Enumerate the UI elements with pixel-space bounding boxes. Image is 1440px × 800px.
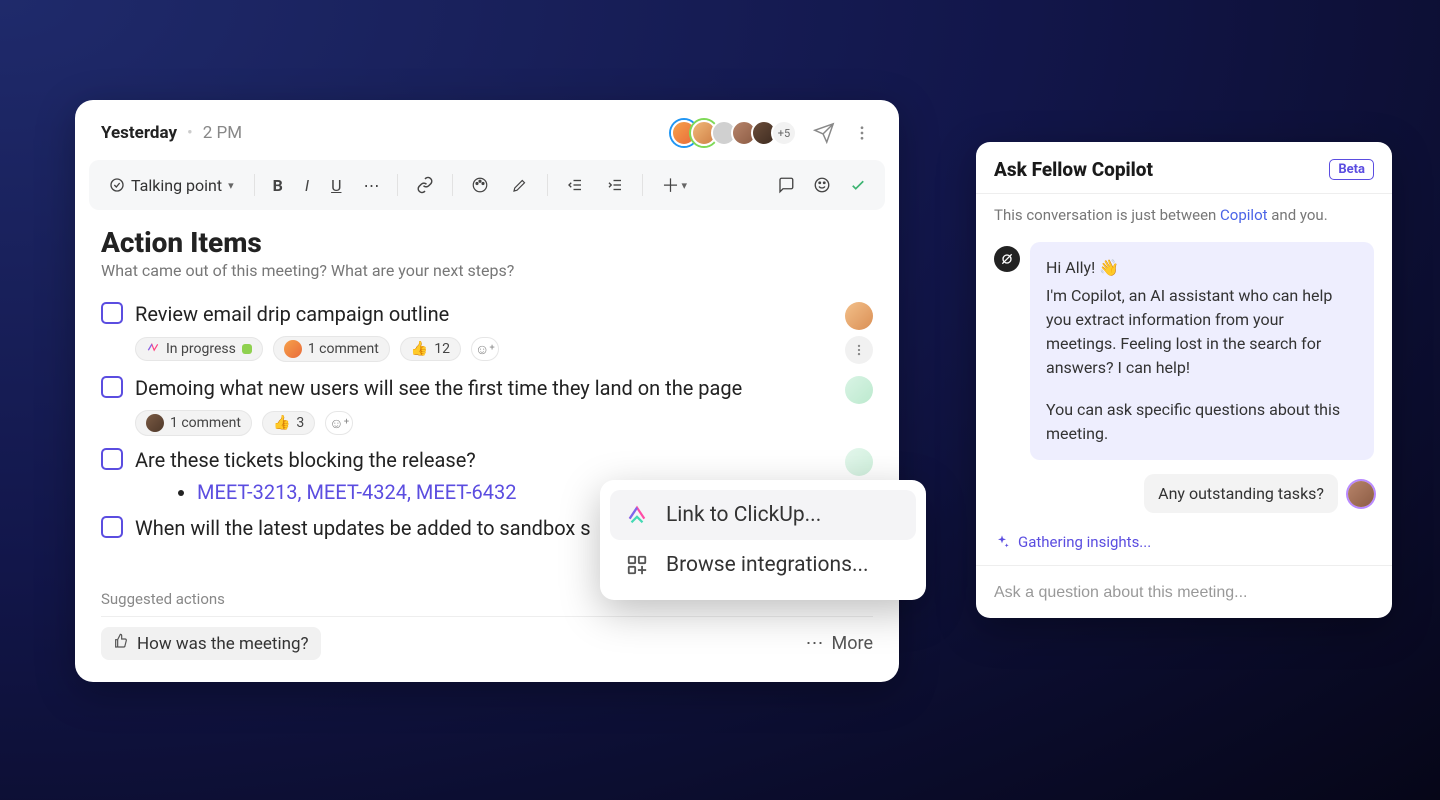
- menu-item-label: Browse integrations...: [666, 553, 869, 577]
- clickup-icon: [624, 502, 650, 528]
- copilot-title: Ask Fellow Copilot: [994, 158, 1153, 181]
- copilot-avatar-icon: [994, 246, 1020, 272]
- copilot-message: Hi Ally! 👋 I'm Copilot, an AI assistant …: [994, 242, 1374, 460]
- beta-badge: Beta: [1329, 159, 1374, 180]
- send-icon[interactable]: [813, 122, 835, 144]
- assignee-avatar[interactable]: [845, 302, 873, 330]
- browse-integrations-item[interactable]: Browse integrations...: [610, 540, 916, 590]
- card-header: Yesterday • 2 PM +5: [75, 100, 899, 160]
- integrations-context-menu: Link to ClickUp... Browse integrations..…: [600, 480, 926, 600]
- comment-count: 1 comment: [308, 341, 379, 357]
- kebab-menu-icon[interactable]: [851, 122, 873, 144]
- color-button[interactable]: [465, 172, 495, 198]
- comment-count: 1 comment: [170, 415, 241, 431]
- status-label: In progress: [166, 341, 236, 357]
- comment-icon[interactable]: [771, 172, 801, 198]
- reaction-chip[interactable]: 👍 12: [400, 337, 461, 361]
- italic-button[interactable]: I: [299, 172, 315, 199]
- add-reaction-button[interactable]: ☺⁺: [325, 411, 353, 435]
- action-item-row: Demoing what new users will see the firs…: [101, 374, 873, 436]
- gathering-insights-status: Gathering insights...: [976, 525, 1392, 565]
- grid-plus-icon: [624, 552, 650, 578]
- bold-button[interactable]: B: [267, 172, 289, 199]
- ticket-link[interactable]: MEET-3213, MEET-4324, MEET-6432: [197, 480, 516, 504]
- avatar-overflow[interactable]: +5: [771, 120, 797, 146]
- emoji-icon[interactable]: [807, 172, 837, 198]
- formatting-toolbar: Talking point ▾ B I U ⋯: [89, 160, 885, 210]
- copilot-input[interactable]: [994, 584, 1374, 602]
- item-text[interactable]: Demoing what new users will see the firs…: [135, 374, 833, 402]
- item-text[interactable]: Are these tickets blocking the release?: [135, 446, 833, 474]
- indent-decrease-button[interactable]: [560, 172, 590, 198]
- thumbs-up-icon: 👍: [273, 415, 290, 431]
- link-button[interactable]: [410, 172, 440, 198]
- status-dot: [242, 344, 252, 354]
- assignee-avatar[interactable]: [845, 376, 873, 404]
- user-message-bubble: Any outstanding tasks?: [1144, 474, 1338, 513]
- section-title: Action Items: [101, 226, 873, 259]
- sparkle-icon: [994, 534, 1010, 550]
- how-was-meeting-label: How was the meeting?: [137, 634, 309, 654]
- status-chip[interactable]: In progress: [135, 337, 263, 361]
- thumbs-up-icon: [113, 633, 129, 654]
- link-to-clickup-item[interactable]: Link to ClickUp...: [610, 490, 916, 540]
- copilot-header: Ask Fellow Copilot Beta: [976, 142, 1392, 193]
- more-label: More: [832, 633, 873, 654]
- comment-chip[interactable]: 1 comment: [273, 336, 390, 362]
- participant-avatars[interactable]: +5: [677, 120, 797, 146]
- date-label: Yesterday: [101, 123, 177, 143]
- more-formatting-button[interactable]: ⋯: [357, 172, 385, 199]
- add-button[interactable]: ＋▾: [655, 168, 693, 202]
- comment-chip[interactable]: 1 comment: [135, 410, 252, 436]
- dot-separator: •: [187, 123, 193, 143]
- avatar: [284, 340, 302, 358]
- section-subtitle: What came out of this meeting? What are …: [101, 261, 873, 280]
- copilot-panel: Ask Fellow Copilot Beta This conversatio…: [976, 142, 1392, 618]
- block-type-dropdown[interactable]: Talking point ▾: [101, 172, 242, 199]
- copilot-intro-2: You can ask specific questions about thi…: [1046, 398, 1358, 446]
- header-right: +5: [677, 120, 873, 146]
- how-was-meeting-button[interactable]: How was the meeting?: [101, 627, 321, 660]
- more-button[interactable]: ⋯ More: [806, 633, 873, 654]
- confirm-icon[interactable]: [843, 172, 873, 198]
- menu-item-label: Link to ClickUp...: [666, 503, 821, 527]
- checkbox[interactable]: [101, 302, 123, 324]
- checkbox[interactable]: [101, 448, 123, 470]
- copilot-privacy-note: This conversation is just between Copilo…: [976, 194, 1392, 236]
- indent-increase-button[interactable]: [600, 172, 630, 198]
- action-item-row: ⋮⋮ Review email drip campaign outline In…: [101, 300, 873, 364]
- block-type-label: Talking point: [131, 176, 222, 195]
- add-reaction-button[interactable]: ☺⁺: [471, 337, 499, 361]
- reaction-count: 3: [296, 415, 304, 431]
- date-time: Yesterday • 2 PM: [101, 123, 242, 143]
- user-message-row: Any outstanding tasks?: [994, 474, 1374, 513]
- checkbox[interactable]: [101, 376, 123, 398]
- checkbox[interactable]: [101, 516, 123, 538]
- copilot-greeting: Hi Ally! 👋: [1046, 256, 1358, 280]
- row-more-button[interactable]: [845, 336, 873, 364]
- item-text[interactable]: Review email drip campaign outline: [135, 300, 833, 328]
- ellipsis-icon: ⋯: [806, 633, 824, 654]
- copilot-bubble: Hi Ally! 👋 I'm Copilot, an AI assistant …: [1030, 242, 1374, 460]
- reaction-count: 12: [434, 341, 450, 357]
- time-label: 2 PM: [203, 123, 242, 143]
- assignee-avatar[interactable]: [845, 448, 873, 476]
- gathering-label: Gathering insights...: [1018, 533, 1151, 551]
- user-avatar: [1348, 481, 1374, 507]
- thumbs-up-icon: 👍: [411, 341, 428, 357]
- underline-button[interactable]: U: [325, 172, 347, 199]
- copilot-link[interactable]: Copilot: [1220, 206, 1268, 224]
- copilot-intro-1: I'm Copilot, an AI assistant who can hel…: [1046, 284, 1358, 380]
- avatar: [146, 414, 164, 432]
- copilot-input-area[interactable]: [976, 565, 1392, 618]
- chevron-down-icon: ▾: [228, 179, 234, 192]
- highlight-button[interactable]: [505, 172, 535, 198]
- reaction-chip[interactable]: 👍 3: [262, 411, 315, 435]
